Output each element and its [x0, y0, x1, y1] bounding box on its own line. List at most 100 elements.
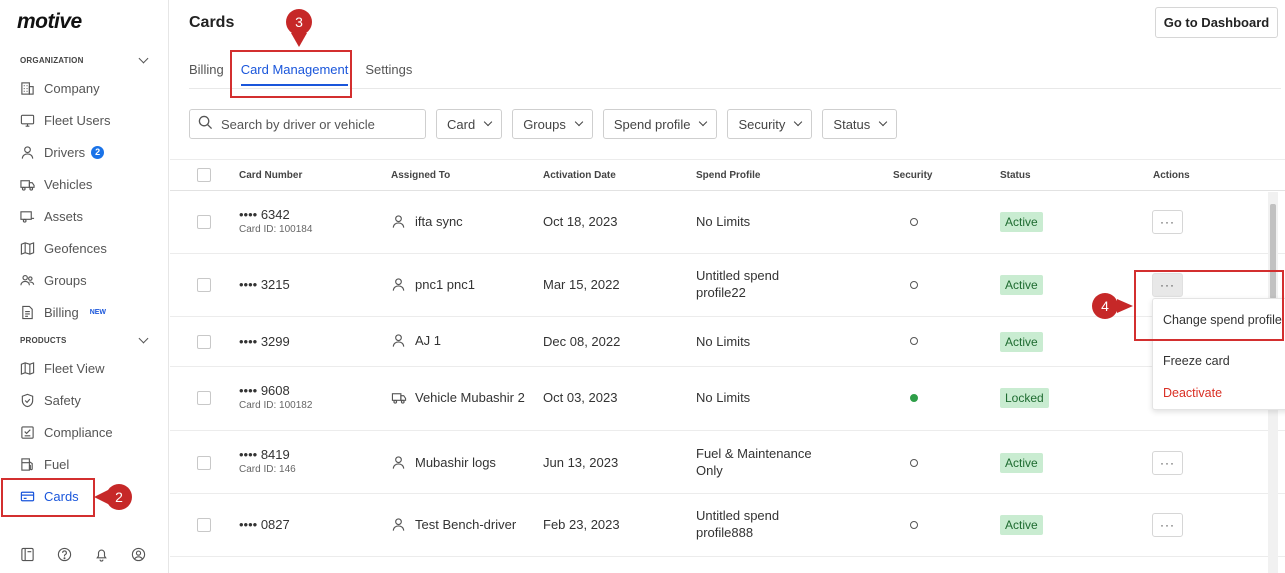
assigned-to[interactable]: pnc1 pnc1: [415, 277, 475, 292]
row-actions-button[interactable]: ···: [1152, 451, 1183, 475]
spend-profile-line2: profile888: [696, 525, 754, 540]
row-checkbox[interactable]: [197, 215, 211, 229]
column-status[interactable]: Status: [1000, 170, 1031, 181]
activation-date: Mar 15, 2022: [543, 277, 620, 292]
sidebar-item-fuel[interactable]: Fuel: [20, 454, 160, 474]
annotation-highlight-cards: [1, 478, 95, 517]
account-icon[interactable]: [131, 547, 146, 567]
annotation-pointer-2: [94, 490, 108, 504]
row-checkbox[interactable]: [197, 391, 211, 405]
search-box[interactable]: [189, 109, 426, 139]
assigned-to[interactable]: Mubashir logs: [415, 455, 496, 470]
activation-date: Oct 18, 2023: [543, 214, 618, 229]
tab-billing[interactable]: Billing: [189, 56, 224, 86]
row-checkbox[interactable]: [197, 278, 211, 292]
card-number: •••• 3299: [239, 334, 290, 349]
security-filter-dropdown[interactable]: Security: [727, 109, 813, 139]
chevron-down-icon: [138, 53, 149, 64]
column-spend-profile[interactable]: Spend Profile: [696, 170, 760, 181]
annotation-marker-4: 4: [1092, 293, 1118, 319]
select-all-checkbox[interactable]: [197, 168, 211, 182]
groups-filter-dropdown[interactable]: Groups: [512, 109, 593, 139]
tab-settings[interactable]: Settings: [365, 56, 412, 86]
status-badge: Active: [1000, 332, 1043, 352]
person-icon: [391, 517, 406, 537]
sidebar-item-geofences[interactable]: Geofences: [20, 238, 160, 258]
spend-profile: No Limits: [696, 390, 751, 405]
organization-section-header[interactable]: ORGANIZATION: [20, 53, 150, 65]
spend-profile-line2: profile22: [696, 285, 746, 300]
map-icon: [20, 241, 35, 256]
row-checkbox[interactable]: [197, 518, 211, 532]
sidebar-item-compliance[interactable]: Compliance: [20, 422, 160, 442]
activation-date: Oct 03, 2023: [543, 390, 618, 405]
table-row[interactable]: •••• 9608 Card ID: 100182 Vehicle Mubashi…: [170, 367, 1285, 431]
card-id: Card ID: 100184: [239, 224, 313, 235]
row-actions-button[interactable]: ···: [1152, 513, 1183, 537]
map-icon: [20, 361, 35, 376]
status-filter-dropdown[interactable]: Status: [822, 109, 898, 139]
table-row[interactable]: •••• 3299 AJ 1 Dec 08, 2022 No Limits Ac…: [170, 317, 1285, 367]
activation-date: Jun 13, 2023: [543, 455, 619, 470]
person-icon: [20, 145, 35, 160]
page-title: Cards: [189, 14, 235, 31]
assigned-to[interactable]: Vehicle Mubashir 2: [415, 390, 525, 405]
spend-profile-line2: Only: [696, 463, 723, 478]
monitor-icon: [20, 113, 35, 128]
spend-profile: Untitled spend: [696, 508, 780, 523]
table-row[interactable]: •••• 8419 Card ID: 146 Mubashir logs Jun …: [170, 431, 1285, 494]
card-number: •••• 3215: [239, 277, 290, 292]
book-icon[interactable]: [20, 547, 35, 567]
column-assigned-to[interactable]: Assigned To: [391, 170, 450, 181]
assigned-to[interactable]: Test Bench-driver: [415, 517, 516, 532]
sidebar-item-billing[interactable]: Billing NEW: [20, 302, 160, 322]
table-row[interactable]: •••• 0827 Test Bench-driver Feb 23, 2023…: [170, 494, 1285, 557]
fuel-icon: [20, 457, 35, 472]
sidebar-item-drivers[interactable]: Drivers 2: [20, 142, 160, 162]
card-number: •••• 6342: [239, 207, 290, 222]
column-card-number[interactable]: Card Number: [239, 170, 302, 181]
row-checkbox[interactable]: [197, 456, 211, 470]
sidebar-item-fleet-view[interactable]: Fleet View: [20, 358, 160, 378]
table-row[interactable]: •••• 6342 Card ID: 100184 ifta sync Oct 1…: [170, 191, 1285, 254]
spend-profile-filter-dropdown[interactable]: Spend profile: [602, 109, 718, 139]
security-unlocked-icon: [910, 281, 918, 289]
search-icon: [198, 115, 213, 133]
assigned-to[interactable]: ifta sync: [415, 214, 463, 229]
search-input[interactable]: [221, 116, 421, 132]
sidebar-item-safety[interactable]: Safety: [20, 390, 160, 410]
chevron-down-icon: [879, 117, 888, 127]
spend-profile: No Limits: [696, 334, 751, 349]
sidebar-item-vehicles[interactable]: Vehicles: [20, 174, 160, 194]
column-security[interactable]: Security: [893, 170, 932, 181]
row-checkbox[interactable]: [197, 335, 211, 349]
truck-icon: [391, 390, 407, 410]
card-id: Card ID: 100182: [239, 400, 313, 411]
assigned-to[interactable]: AJ 1: [415, 333, 441, 348]
sidebar-item-fleet-users[interactable]: Fleet Users: [20, 110, 160, 130]
go-to-dashboard-button[interactable]: Go to Dashboard: [1155, 7, 1278, 38]
card-filter-dropdown[interactable]: Card: [436, 109, 503, 139]
spend-profile: Untitled spend: [696, 268, 780, 283]
deactivate-menu-item[interactable]: Deactivate: [1163, 386, 1222, 400]
chevron-down-icon: [138, 333, 149, 344]
freeze-card-menu-item[interactable]: Freeze card: [1163, 354, 1230, 368]
motive-logo[interactable]: motive: [17, 10, 82, 34]
security-unlocked-icon: [910, 459, 918, 467]
chevron-down-icon: [699, 117, 708, 127]
sidebar-item-groups[interactable]: Groups: [20, 270, 160, 290]
annotation-marker-3: 3: [286, 9, 312, 35]
activation-date: Feb 23, 2023: [543, 517, 620, 532]
row-actions-button[interactable]: ···: [1152, 210, 1183, 234]
products-section-header[interactable]: PRODUCTS: [20, 333, 150, 345]
sidebar-item-assets[interactable]: Assets: [20, 206, 160, 226]
help-icon[interactable]: [57, 547, 72, 567]
security-unlocked-icon: [910, 521, 918, 529]
bell-icon[interactable]: [94, 547, 109, 567]
column-activation-date[interactable]: Activation Date: [543, 170, 616, 181]
annotation-pointer-3: [291, 33, 307, 47]
building-icon: [20, 81, 35, 96]
shield-icon: [20, 393, 35, 408]
status-badge: Active: [1000, 453, 1043, 473]
sidebar-item-company[interactable]: Company: [20, 78, 160, 98]
